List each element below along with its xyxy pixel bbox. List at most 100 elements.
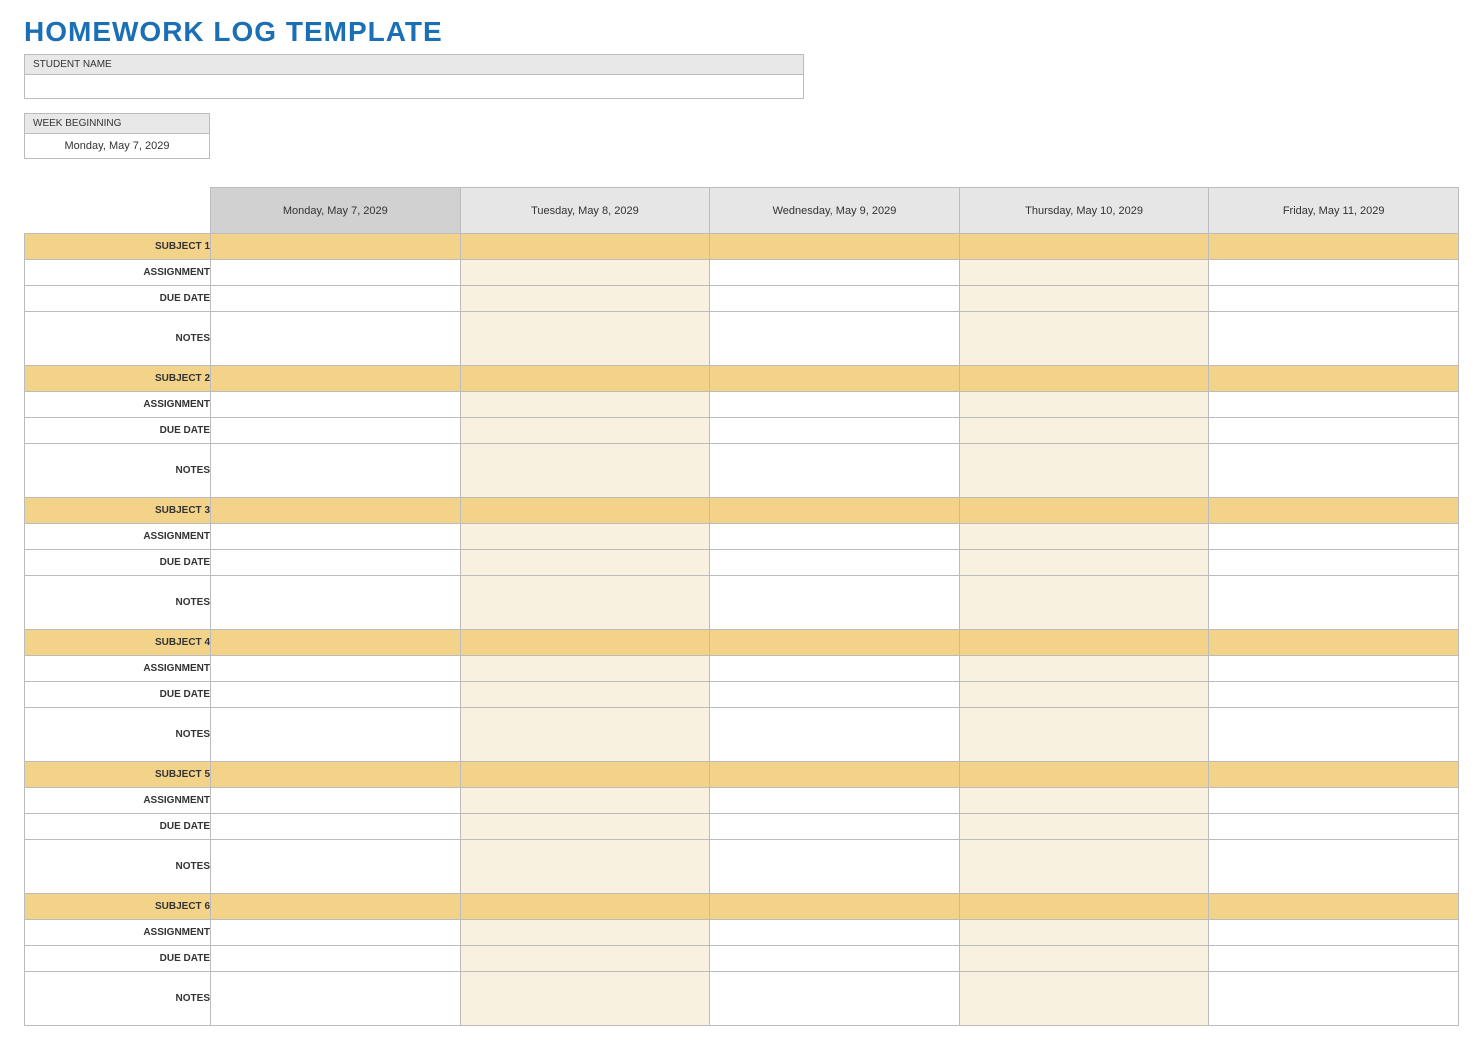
- cell-assignment[interactable]: [710, 524, 960, 550]
- cell-due-date[interactable]: [460, 418, 710, 444]
- cell-assignment[interactable]: [959, 656, 1209, 682]
- cell-notes[interactable]: [460, 576, 710, 630]
- cell-due-date[interactable]: [959, 286, 1209, 312]
- cell-subject[interactable]: [959, 498, 1209, 524]
- cell-assignment[interactable]: [211, 656, 461, 682]
- cell-assignment[interactable]: [710, 656, 960, 682]
- cell-notes[interactable]: [1209, 708, 1459, 762]
- cell-subject[interactable]: [959, 234, 1209, 260]
- cell-subject[interactable]: [460, 762, 710, 788]
- cell-subject[interactable]: [211, 630, 461, 656]
- cell-notes[interactable]: [211, 576, 461, 630]
- cell-subject[interactable]: [460, 630, 710, 656]
- cell-due-date[interactable]: [211, 550, 461, 576]
- week-beginning-field[interactable]: Monday, May 7, 2029: [24, 134, 210, 159]
- cell-assignment[interactable]: [1209, 260, 1459, 286]
- cell-due-date[interactable]: [959, 682, 1209, 708]
- cell-subject[interactable]: [460, 366, 710, 392]
- cell-due-date[interactable]: [1209, 550, 1459, 576]
- cell-assignment[interactable]: [460, 524, 710, 550]
- cell-notes[interactable]: [959, 840, 1209, 894]
- cell-subject[interactable]: [710, 894, 960, 920]
- cell-subject[interactable]: [211, 366, 461, 392]
- cell-assignment[interactable]: [460, 920, 710, 946]
- cell-subject[interactable]: [710, 630, 960, 656]
- cell-notes[interactable]: [460, 972, 710, 1026]
- cell-due-date[interactable]: [1209, 814, 1459, 840]
- cell-due-date[interactable]: [1209, 946, 1459, 972]
- cell-notes[interactable]: [959, 708, 1209, 762]
- cell-assignment[interactable]: [211, 260, 461, 286]
- cell-assignment[interactable]: [1209, 656, 1459, 682]
- cell-assignment[interactable]: [710, 788, 960, 814]
- cell-notes[interactable]: [460, 840, 710, 894]
- cell-subject[interactable]: [959, 762, 1209, 788]
- cell-notes[interactable]: [460, 708, 710, 762]
- cell-notes[interactable]: [710, 972, 960, 1026]
- cell-subject[interactable]: [959, 630, 1209, 656]
- cell-subject[interactable]: [211, 234, 461, 260]
- cell-notes[interactable]: [1209, 312, 1459, 366]
- cell-assignment[interactable]: [1209, 920, 1459, 946]
- cell-subject[interactable]: [460, 894, 710, 920]
- cell-due-date[interactable]: [959, 418, 1209, 444]
- cell-subject[interactable]: [1209, 894, 1459, 920]
- cell-due-date[interactable]: [959, 814, 1209, 840]
- cell-subject[interactable]: [710, 498, 960, 524]
- cell-notes[interactable]: [959, 444, 1209, 498]
- cell-subject[interactable]: [1209, 366, 1459, 392]
- cell-subject[interactable]: [460, 498, 710, 524]
- cell-due-date[interactable]: [460, 286, 710, 312]
- cell-due-date[interactable]: [460, 946, 710, 972]
- student-name-field[interactable]: [24, 75, 804, 99]
- cell-notes[interactable]: [211, 444, 461, 498]
- cell-notes[interactable]: [959, 312, 1209, 366]
- cell-subject[interactable]: [1209, 498, 1459, 524]
- cell-assignment[interactable]: [710, 392, 960, 418]
- cell-subject[interactable]: [1209, 234, 1459, 260]
- cell-subject[interactable]: [710, 366, 960, 392]
- cell-notes[interactable]: [959, 972, 1209, 1026]
- cell-notes[interactable]: [1209, 576, 1459, 630]
- cell-notes[interactable]: [710, 444, 960, 498]
- cell-assignment[interactable]: [211, 524, 461, 550]
- cell-due-date[interactable]: [460, 814, 710, 840]
- cell-subject[interactable]: [710, 762, 960, 788]
- cell-notes[interactable]: [1209, 840, 1459, 894]
- cell-assignment[interactable]: [211, 788, 461, 814]
- cell-due-date[interactable]: [710, 550, 960, 576]
- cell-assignment[interactable]: [959, 524, 1209, 550]
- cell-notes[interactable]: [211, 708, 461, 762]
- cell-due-date[interactable]: [211, 418, 461, 444]
- cell-due-date[interactable]: [710, 814, 960, 840]
- cell-due-date[interactable]: [1209, 418, 1459, 444]
- cell-assignment[interactable]: [959, 788, 1209, 814]
- cell-due-date[interactable]: [211, 946, 461, 972]
- cell-assignment[interactable]: [959, 260, 1209, 286]
- cell-due-date[interactable]: [710, 418, 960, 444]
- cell-assignment[interactable]: [710, 260, 960, 286]
- cell-due-date[interactable]: [710, 286, 960, 312]
- cell-assignment[interactable]: [1209, 392, 1459, 418]
- cell-subject[interactable]: [1209, 630, 1459, 656]
- cell-notes[interactable]: [460, 312, 710, 366]
- cell-due-date[interactable]: [211, 286, 461, 312]
- cell-notes[interactable]: [710, 708, 960, 762]
- cell-subject[interactable]: [211, 498, 461, 524]
- cell-assignment[interactable]: [959, 920, 1209, 946]
- cell-assignment[interactable]: [211, 392, 461, 418]
- cell-subject[interactable]: [460, 234, 710, 260]
- cell-notes[interactable]: [710, 576, 960, 630]
- cell-assignment[interactable]: [460, 260, 710, 286]
- cell-notes[interactable]: [211, 840, 461, 894]
- cell-due-date[interactable]: [460, 682, 710, 708]
- cell-due-date[interactable]: [710, 946, 960, 972]
- cell-due-date[interactable]: [211, 814, 461, 840]
- cell-notes[interactable]: [1209, 444, 1459, 498]
- cell-assignment[interactable]: [460, 788, 710, 814]
- cell-assignment[interactable]: [1209, 788, 1459, 814]
- cell-assignment[interactable]: [460, 392, 710, 418]
- cell-notes[interactable]: [710, 840, 960, 894]
- cell-due-date[interactable]: [1209, 682, 1459, 708]
- cell-subject[interactable]: [211, 894, 461, 920]
